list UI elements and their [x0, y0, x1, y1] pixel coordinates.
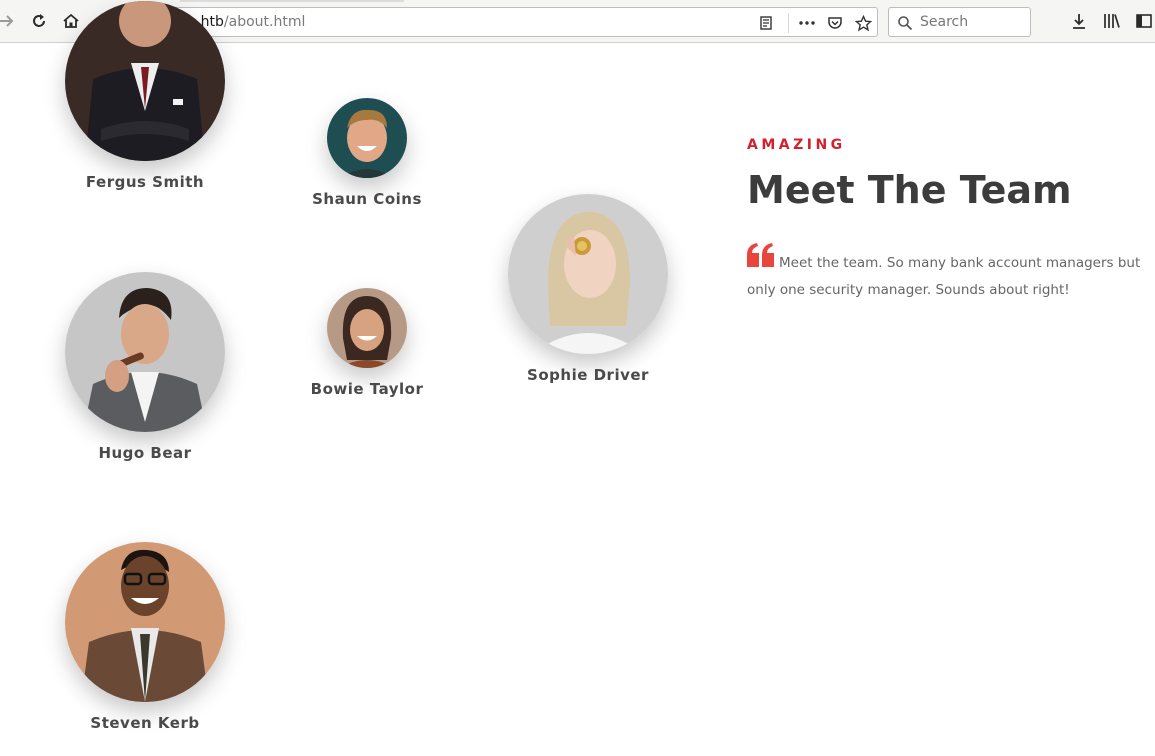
url-bar[interactable]: sauna.htb/about.html [120, 7, 878, 37]
portrait-smiling-woman-image [327, 288, 407, 368]
url-divider [788, 13, 789, 33]
url-path: /about.html [223, 14, 306, 30]
team-member-bowie: Bowie Taylor [307, 288, 427, 398]
member-name: Fergus Smith [85, 173, 205, 191]
team-member-steven: Steven Kerb [65, 542, 225, 732]
page-actions-icon[interactable] [798, 14, 816, 32]
search-placeholder: Search [920, 14, 969, 30]
avatar [65, 1, 225, 161]
portrait-smiling-man-image [327, 98, 407, 178]
member-name: Bowie Taylor [310, 380, 424, 398]
search-icon [896, 14, 914, 32]
team-member-shaun: Shaun Coins [307, 98, 427, 208]
reload-icon [33, 14, 45, 27]
member-name: Shaun Coins [312, 190, 422, 208]
avatar [327, 98, 407, 178]
pocket-icon[interactable] [826, 14, 844, 32]
reader-view-icon[interactable] [757, 14, 775, 32]
member-name: Sophie Driver [527, 366, 649, 384]
forward-arrow-icon [0, 15, 14, 27]
download-icon [1073, 14, 1085, 29]
library-button[interactable] [1102, 11, 1122, 31]
team-member-hugo: Hugo Bear [65, 272, 225, 462]
section-heading: Meet The Team [747, 168, 1072, 212]
portrait-man-cigar-image [65, 272, 225, 432]
reload-button[interactable] [28, 10, 50, 32]
section-eyebrow: AMAZING [747, 137, 846, 153]
sidebar-icon [1136, 14, 1152, 28]
search-bar[interactable]: Search [888, 7, 1031, 37]
library-icon [1104, 14, 1120, 28]
forward-button[interactable] [0, 10, 18, 32]
portrait-man-suit-image [65, 1, 225, 161]
member-name: Hugo Bear [98, 444, 192, 462]
section-description: Meet the team. So many bank account mana… [747, 255, 1141, 298]
member-name: Steven Kerb [90, 714, 200, 732]
avatar [508, 194, 668, 354]
team-member-sophie: Sophie Driver [508, 194, 668, 384]
portrait-woman-coin-image [508, 194, 668, 354]
sidebar-button[interactable] [1134, 11, 1154, 31]
bookmark-star-icon[interactable] [854, 14, 872, 32]
avatar [327, 288, 407, 368]
avatar [65, 542, 225, 702]
team-member-fergus: Fergus Smith [65, 1, 225, 191]
avatar [65, 272, 225, 432]
portrait-man-glasses-image [65, 542, 225, 702]
downloads-button[interactable] [1069, 11, 1089, 31]
